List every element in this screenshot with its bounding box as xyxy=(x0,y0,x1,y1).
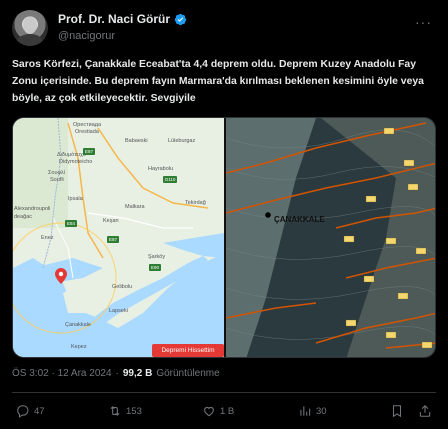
map-label-canakkale: Çanakkale xyxy=(65,322,91,328)
map-label-luleburgaz: Lüleburgaz xyxy=(168,138,196,144)
map-label-tekirdag: Tekirdağ xyxy=(185,200,206,206)
road-badge-d110: D110 xyxy=(163,176,178,183)
avatar-face xyxy=(23,17,37,34)
map-label-orestiada-cyr: Орестиада xyxy=(73,122,102,128)
felt-earthquake-button[interactable]: Depremi Hissettim xyxy=(152,344,224,357)
map-label-malkara: Malkara xyxy=(125,204,145,210)
meta-separator: · xyxy=(115,368,119,379)
earthquake-location-pin-icon[interactable] xyxy=(55,268,67,284)
map-label-sarkoy: Şarköy xyxy=(148,254,166,260)
bookmark-icon xyxy=(392,405,402,418)
map-label-soufli-gr: Σουφλί xyxy=(48,170,65,176)
repost-icon xyxy=(110,406,120,416)
heart-icon xyxy=(204,406,214,417)
map-label-lapseki: Lapseki xyxy=(109,308,128,314)
save-bookmark-button[interactable] xyxy=(390,404,404,418)
tweet-header: Prof. Dr. Naci Görür @nacigorur ··· xyxy=(12,10,436,46)
reply-button[interactable]: 47 xyxy=(16,404,45,418)
repost-count: 153 xyxy=(126,405,142,417)
reply-count: 47 xyxy=(34,405,45,417)
reply-icon xyxy=(17,405,29,418)
map-label-soufli: Soufli xyxy=(50,177,64,183)
tweet-timestamp[interactable]: ÖS 3:02 · 12 Ara 2024 xyxy=(12,368,112,379)
views-chart-icon xyxy=(300,406,311,416)
actions-divider xyxy=(12,392,436,393)
bookmark-count: 30 xyxy=(316,405,327,417)
earthquake-map[interactable]: Орестиада Orestiada Διδυμότειχο Didymote… xyxy=(13,118,224,357)
road-badge-e87-south: E87 xyxy=(107,236,120,243)
author-handle[interactable]: @nacigorur xyxy=(58,30,115,42)
tweet-meta: ÖS 3:02 · 12 Ara 2024 · 99,2 B Görüntüle… xyxy=(12,368,220,379)
verified-badge-icon xyxy=(174,13,187,25)
map-label-deagac: deağac xyxy=(14,214,33,220)
map-label-kepez: Kepez xyxy=(71,344,87,350)
avatar-body xyxy=(17,34,43,46)
map-label-gelibolu: Gelibolu xyxy=(112,284,133,290)
tweet-actions: 47 153 1 B 30 xyxy=(12,400,436,422)
avatar[interactable] xyxy=(12,10,48,46)
share-button[interactable] xyxy=(418,404,432,418)
fault-map-city-label: ÇANAKKALE xyxy=(274,215,325,224)
road-badge-e84: E84 xyxy=(65,220,78,227)
road-badge-e90: E90 xyxy=(149,264,162,271)
share-icon xyxy=(419,405,431,417)
map-label-didymoteicho-gr: Διδυμότειχο xyxy=(57,152,86,158)
map-label-hayrabolu: Hayrabolu xyxy=(148,166,174,172)
bookmark-button[interactable]: 30 xyxy=(298,404,327,418)
map-label-kesan: Keşan xyxy=(103,218,119,224)
more-options-icon[interactable]: ··· xyxy=(415,14,432,30)
views-count: 99,2 B xyxy=(122,368,153,379)
author-name-row: Prof. Dr. Naci Görür xyxy=(58,12,187,26)
map-label-didymoteicho: Didymoteicho xyxy=(59,159,93,165)
map-label-ipsala: Ipsala xyxy=(68,196,83,202)
fault-map-graphic: ÇANAKKALE xyxy=(225,118,435,357)
fault-map-image[interactable]: ÇANAKKALE xyxy=(225,118,435,357)
map-label-alexandroupoli: Alexandroupoli xyxy=(14,206,51,212)
map-label-babaeski: Babaeski xyxy=(125,138,148,144)
map-label-enez: Enez xyxy=(41,235,54,241)
like-button[interactable]: 1 B xyxy=(202,404,234,418)
views-label: Görüntülenme xyxy=(156,368,220,379)
author-name[interactable]: Prof. Dr. Naci Görür xyxy=(58,12,170,26)
map-label-orestiada: Orestiada xyxy=(75,129,99,135)
like-count: 1 B xyxy=(220,405,235,417)
road-badge-e87-north: E87 xyxy=(83,148,96,155)
tweet-text: Saros Körfezi, Çanakkale Eceabat'ta 4,4 … xyxy=(12,59,424,104)
repost-button[interactable]: 153 xyxy=(108,404,142,418)
tweet-media[interactable]: Орестиада Orestiada Διδυμότειχο Didymote… xyxy=(12,117,436,358)
